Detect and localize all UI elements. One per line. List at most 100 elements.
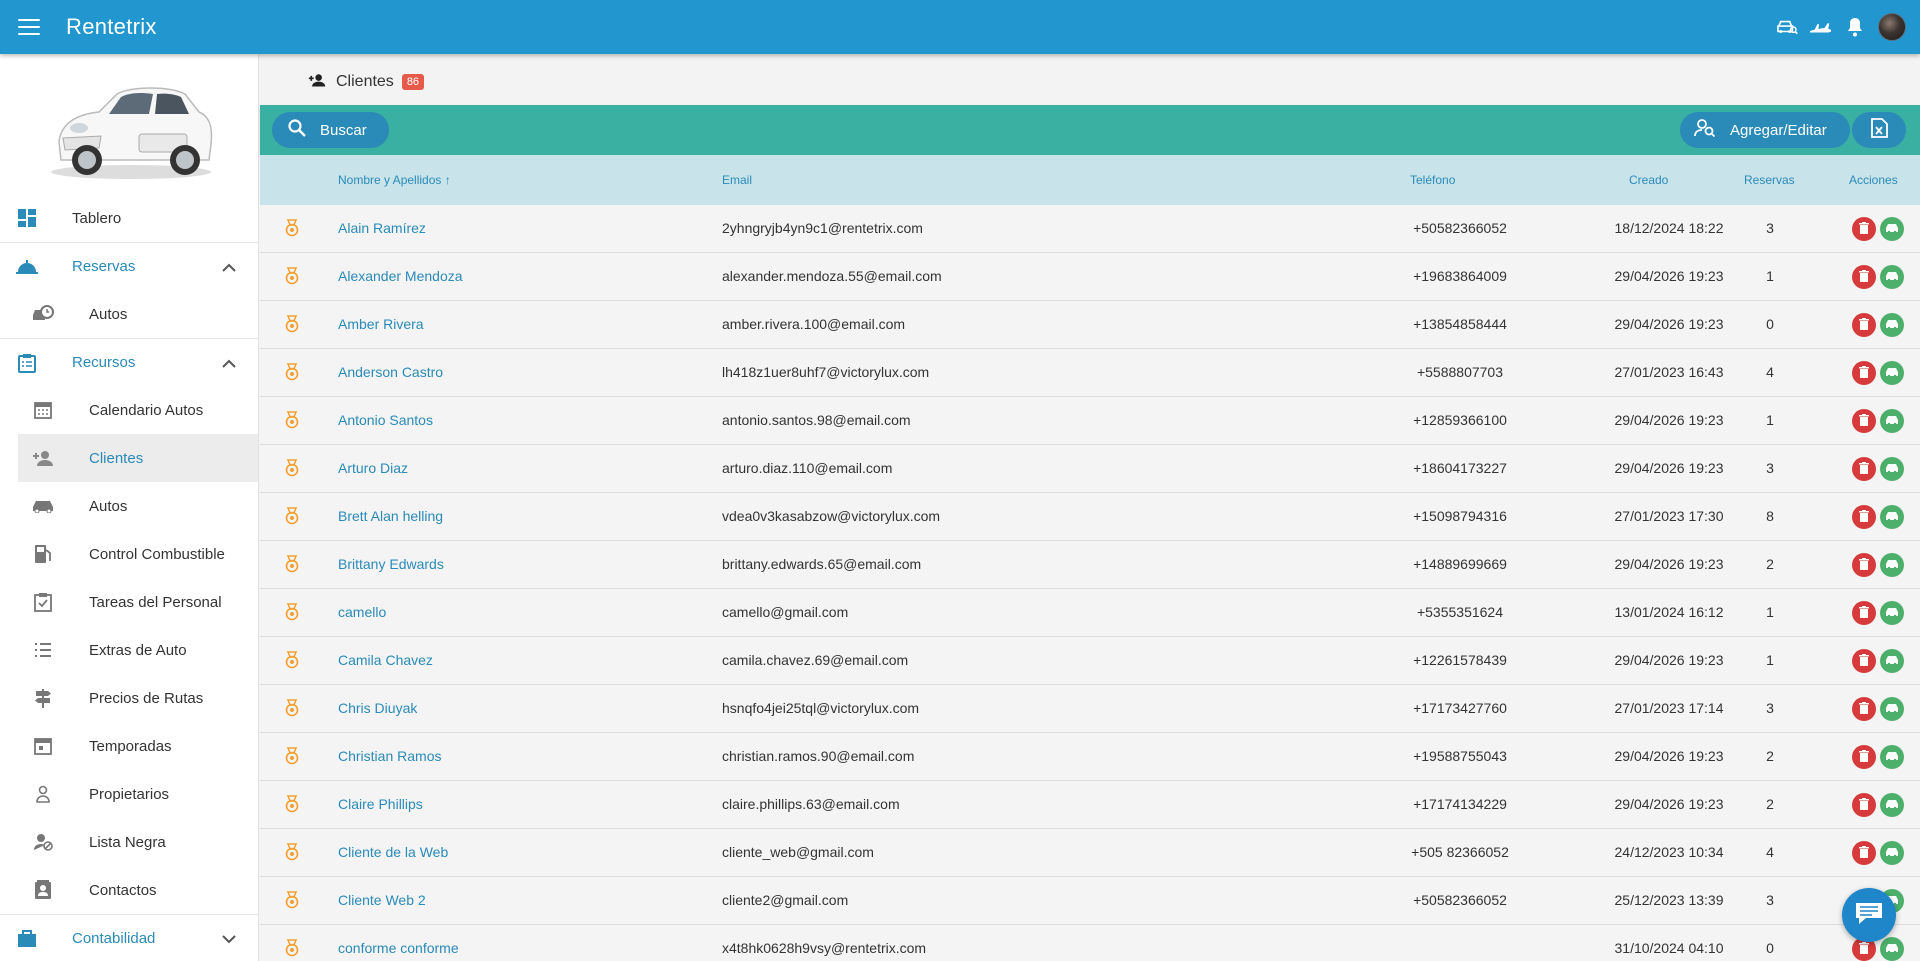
delete-button[interactable] [1852, 313, 1876, 337]
client-name-link[interactable]: Alain Ramírez [338, 220, 426, 236]
delete-button[interactable] [1852, 745, 1876, 769]
list-icon [32, 639, 54, 661]
excel-export-button[interactable] [1852, 112, 1906, 148]
owner-icon [32, 783, 54, 805]
car-reservation-button[interactable] [1880, 697, 1904, 721]
client-name-link[interactable]: Alexander Mendoza [338, 268, 463, 284]
car-reservation-button[interactable] [1880, 313, 1904, 337]
sidebar-item-autos[interactable]: Autos [0, 482, 258, 530]
car-reservation-button[interactable] [1880, 601, 1904, 625]
table-row[interactable]: Alexander Mendoza alexander.mendoza.55@em… [260, 253, 1920, 301]
client-name-link[interactable]: Antonio Santos [338, 412, 433, 428]
delete-button[interactable] [1852, 601, 1876, 625]
table-row[interactable]: Brittany Edwards brittany.edwards.65@emai… [260, 541, 1920, 589]
client-name-link[interactable]: Cliente de la Web [338, 844, 448, 860]
client-name-link[interactable]: Chris Diuyak [338, 700, 417, 716]
column-header-phone[interactable]: Teléfono [1410, 173, 1455, 187]
bell-icon[interactable] [1844, 16, 1866, 38]
client-name-link[interactable]: Brittany Edwards [338, 556, 444, 572]
car-reservation-button[interactable] [1880, 745, 1904, 769]
airplane-icon[interactable] [1810, 16, 1832, 38]
table-row[interactable]: Christian Ramos christian.ramos.90@email.… [260, 733, 1920, 781]
table-row[interactable]: Alain Ramírez 2yhngryjb4yn9c1@rentetrix.c… [260, 205, 1920, 253]
delete-button[interactable] [1852, 553, 1876, 577]
sidebar-item-clientes[interactable]: Clientes [18, 434, 258, 482]
trash-icon [1859, 317, 1869, 333]
delete-button[interactable] [1852, 841, 1876, 865]
car-reservation-button[interactable] [1880, 553, 1904, 577]
delete-button[interactable] [1852, 217, 1876, 241]
column-header-email[interactable]: Email [722, 173, 752, 187]
client-name-link[interactable]: Christian Ramos [338, 748, 441, 764]
client-name-link[interactable]: Arturo Diaz [338, 460, 408, 476]
sidebar-item-autos-reservas[interactable]: Autos [0, 290, 258, 338]
chat-widget-button[interactable] [1842, 888, 1896, 942]
car-icon [1885, 701, 1899, 717]
car-reservation-button[interactable] [1880, 793, 1904, 817]
sidebar-section-reservas[interactable]: Reservas [0, 242, 258, 290]
sidebar-item-tablero[interactable]: Tablero [0, 194, 258, 242]
add-edit-button[interactable]: Agregar/Editar [1680, 112, 1850, 148]
column-header-reservations[interactable]: Reservas [1744, 173, 1795, 187]
sidebar-item-extras-de-auto[interactable]: Extras de Auto [0, 626, 258, 674]
table-row[interactable]: Brett Alan helling vdea0v3kasabzow@victor… [260, 493, 1920, 541]
table-row[interactable]: Cliente de la Web cliente_web@gmail.com +5… [260, 829, 1920, 877]
sidebar-item-propietarios[interactable]: Propietarios [0, 770, 258, 818]
sidebar-item-calendario-autos[interactable]: Calendario Autos [0, 386, 258, 434]
table-row[interactable]: Antonio Santos antonio.santos.98@email.co… [260, 397, 1920, 445]
delete-button[interactable] [1852, 649, 1876, 673]
car-reservation-button[interactable] [1880, 217, 1904, 241]
car-reservation-button[interactable] [1880, 841, 1904, 865]
sidebar-section-contabilidad[interactable]: Contabilidad [0, 914, 258, 961]
sidebar-section-recursos[interactable]: Recursos [0, 338, 258, 386]
table-row[interactable]: camello camello@gmail.com +5355351624 13/01… [260, 589, 1920, 637]
count-badge: 86 [401, 74, 425, 90]
client-name-link[interactable]: Anderson Castro [338, 364, 443, 380]
column-header-name[interactable]: Nombre y Apellidos ↑ [338, 173, 451, 187]
delete-button[interactable] [1852, 361, 1876, 385]
user-avatar[interactable] [1878, 13, 1906, 41]
car-reservation-button[interactable] [1880, 649, 1904, 673]
client-name-link[interactable]: Claire Phillips [338, 796, 423, 812]
table-row[interactable]: Chris Diuyak hsnqfo4jei25tql@victorylux.c… [260, 685, 1920, 733]
client-phone: +15098794316 [1413, 508, 1507, 524]
table-row[interactable]: Cliente Web 2 cliente2@gmail.com +50582366… [260, 877, 1920, 925]
client-name-link[interactable]: Cliente Web 2 [338, 892, 426, 908]
table-row[interactable]: conforme conforme x4t8hk0628h9vsy@rentetr… [260, 925, 1920, 961]
delete-button[interactable] [1852, 793, 1876, 817]
car-reservation-button[interactable] [1880, 265, 1904, 289]
client-name-link[interactable]: Amber Rivera [338, 316, 424, 332]
client-reservations: 3 [1766, 460, 1774, 476]
table-row[interactable]: Claire Phillips claire.phillips.63@email.… [260, 781, 1920, 829]
search-button[interactable]: Buscar [272, 112, 389, 148]
car-reservation-button[interactable] [1880, 505, 1904, 529]
delete-button[interactable] [1852, 697, 1876, 721]
table-row[interactable]: Amber Rivera amber.rivera.100@email.com +1… [260, 301, 1920, 349]
car-reservation-button[interactable] [1880, 937, 1904, 961]
sidebar-item-control-combustible[interactable]: Control Combustible [0, 530, 258, 578]
table-row[interactable]: Camila Chavez camila.chavez.69@email.com +… [260, 637, 1920, 685]
client-name-link[interactable]: conforme conforme [338, 940, 459, 956]
column-header-created[interactable]: Creado [1629, 173, 1668, 187]
sidebar-item-contactos[interactable]: Contactos [0, 866, 258, 914]
client-name-link[interactable]: camello [338, 604, 386, 620]
delete-button[interactable] [1852, 457, 1876, 481]
delete-button[interactable] [1852, 409, 1876, 433]
sidebar-item-tareas-del-personal[interactable]: Tareas del Personal [0, 578, 258, 626]
sidebar-item-precios-de-rutas[interactable]: Precios de Rutas [0, 674, 258, 722]
client-name-link[interactable]: Brett Alan helling [338, 508, 443, 524]
delete-button[interactable] [1852, 265, 1876, 289]
client-name-link[interactable]: Camila Chavez [338, 652, 433, 668]
delete-button[interactable] [1852, 505, 1876, 529]
car-reservation-button[interactable] [1880, 457, 1904, 481]
client-created: 29/04/2026 19:23 [1614, 796, 1724, 812]
table-row[interactable]: Anderson Castro lh418z1uer8uhf7@victorylu… [260, 349, 1920, 397]
table-row[interactable]: Arturo Diaz arturo.diaz.110@email.com +186… [260, 445, 1920, 493]
car-reservation-button[interactable] [1880, 361, 1904, 385]
car-reservation-button[interactable] [1880, 409, 1904, 433]
car-search-icon[interactable] [1776, 16, 1798, 38]
hamburger-menu-icon[interactable] [18, 19, 40, 35]
sidebar-item-temporadas[interactable]: Temporadas [0, 722, 258, 770]
sidebar-item-lista-negra[interactable]: Lista Negra [0, 818, 258, 866]
medal-icon [284, 747, 300, 765]
